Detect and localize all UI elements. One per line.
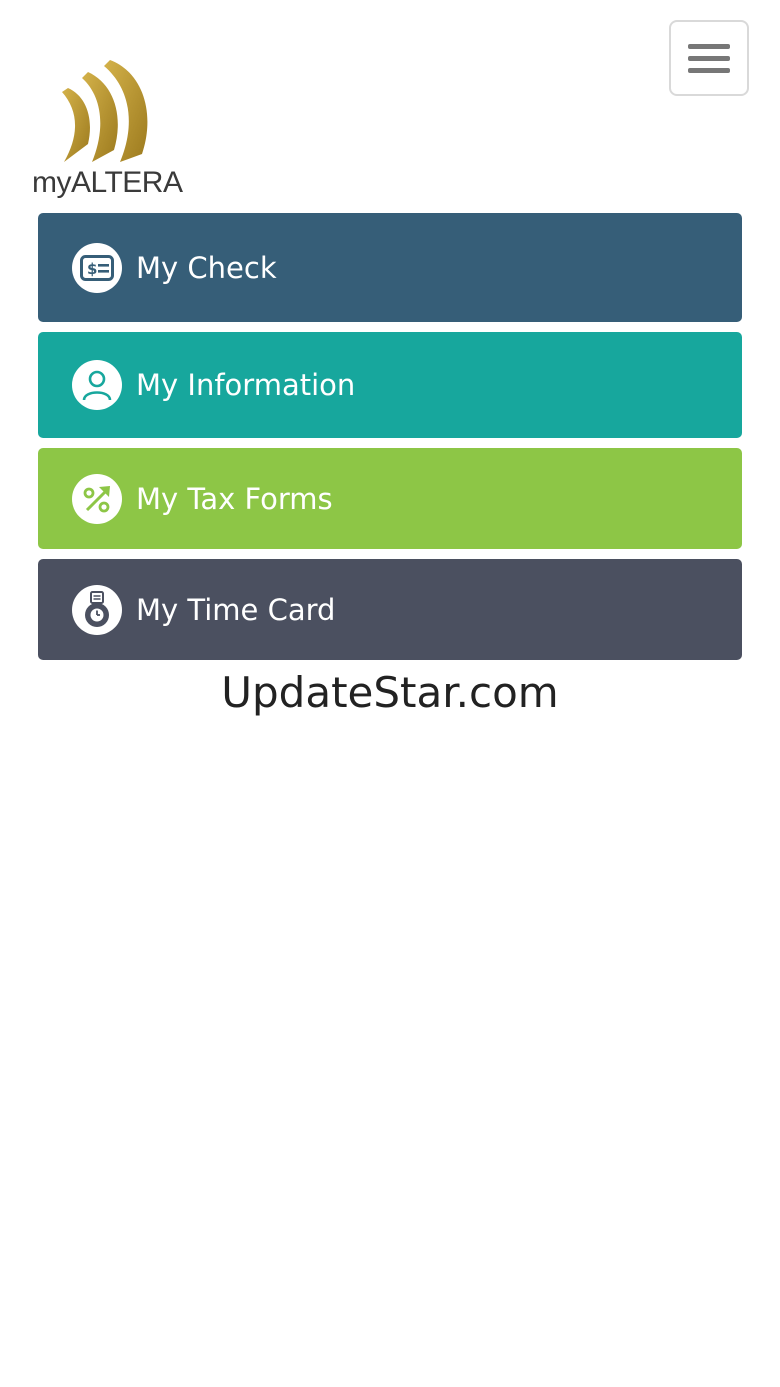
menu-toggle-button[interactable] xyxy=(669,20,749,96)
person-icon xyxy=(72,360,122,410)
hamburger-menu-icon-bar xyxy=(688,67,730,73)
logo-swoosh-icon xyxy=(62,60,148,162)
my-time-card-label: My Time Card xyxy=(136,592,336,627)
page: myALTERA $ My Check My Information My Ta… xyxy=(0,0,780,1387)
my-time-card-button[interactable]: My Time Card xyxy=(38,559,742,660)
brand-wordmark: myALTERA xyxy=(32,166,183,199)
svg-text:$: $ xyxy=(87,260,97,278)
my-information-button[interactable]: My Information xyxy=(38,332,742,438)
hamburger-menu-icon xyxy=(688,43,730,49)
my-check-button[interactable]: $ My Check xyxy=(38,213,742,322)
brand-logo[interactable]: myALTERA xyxy=(32,58,192,206)
my-information-label: My Information xyxy=(136,368,356,402)
my-tax-forms-button[interactable]: My Tax Forms xyxy=(38,448,742,549)
percent-arrow-icon xyxy=(72,473,122,524)
footer-watermark-text: UpdateStar.com xyxy=(221,668,559,717)
my-check-label: My Check xyxy=(136,250,277,285)
my-tax-forms-label: My Tax Forms xyxy=(136,481,333,516)
hamburger-menu-icon-bar xyxy=(688,55,730,61)
time-card-clock-icon xyxy=(72,584,122,635)
main-menu: $ My Check My Information My Tax Forms M… xyxy=(38,213,742,670)
check-dollar-icon: $ xyxy=(72,242,122,293)
